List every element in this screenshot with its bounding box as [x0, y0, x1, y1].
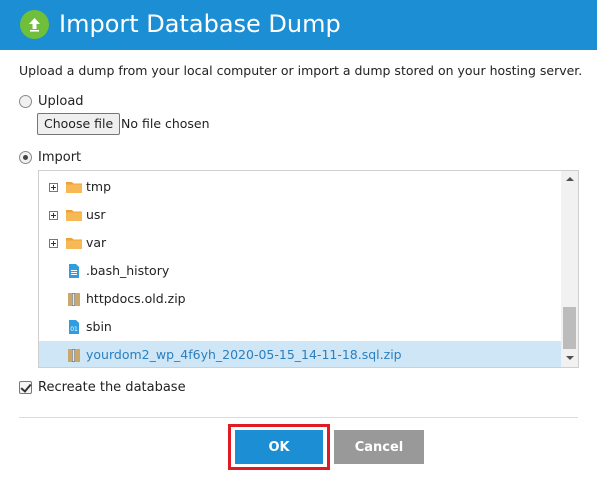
tree-item-label: .bash_history	[86, 263, 170, 278]
tree-item-label: httpdocs.old.zip	[86, 291, 186, 306]
svg-text:01: 01	[70, 326, 78, 333]
tree-item-tmp[interactable]: tmp	[39, 173, 561, 201]
recreate-database-checkbox[interactable]	[19, 381, 32, 394]
scroll-down-arrow-icon[interactable]	[561, 350, 578, 367]
scroll-thumb[interactable]	[563, 307, 576, 349]
tree-item-var[interactable]: var	[39, 229, 561, 257]
ok-button[interactable]: OK	[235, 430, 323, 464]
import-label: Import	[38, 150, 82, 165]
tree-item-label: var	[86, 235, 107, 250]
tree-scrollbar[interactable]	[561, 171, 578, 367]
import-option[interactable]: Import	[19, 150, 81, 165]
binary-file-icon: 01	[69, 320, 79, 334]
dialog-description: Upload a dump from your local computer o…	[19, 63, 583, 78]
tree-item-label: usr	[86, 207, 106, 222]
footer-divider	[19, 417, 578, 418]
tree-item-usr[interactable]: usr	[39, 201, 561, 229]
tree-item-httpdocs-old-zip[interactable]: httpdocs.old.zip	[39, 285, 561, 313]
expand-plus-icon[interactable]	[49, 238, 58, 248]
tree-item-label: yourdom2_wp_4f6yh_2020-05-15_14-11-18.sq…	[86, 347, 402, 362]
tree-item-sbin[interactable]: 01 sbin	[39, 313, 561, 341]
expand-plus-icon[interactable]	[49, 210, 58, 220]
recreate-database-label: Recreate the database	[38, 380, 186, 395]
folder-icon	[66, 210, 82, 221]
choose-file-button[interactable]: Choose file	[37, 113, 121, 135]
tree-item-sql-zip[interactable]: yourdom2_wp_4f6yh_2020-05-15_14-11-18.sq…	[39, 341, 561, 367]
dialog-title: Import Database Dump	[59, 10, 341, 38]
tree-item-label: sbin	[86, 319, 112, 334]
archive-file-icon	[68, 349, 80, 362]
upload-option[interactable]: Upload	[19, 94, 84, 109]
folder-icon	[66, 238, 82, 249]
no-file-text: No file chosen	[121, 116, 210, 131]
import-radio[interactable]	[19, 151, 32, 164]
upload-radio[interactable]	[19, 95, 32, 108]
tree-item-label: tmp	[86, 179, 112, 194]
dialog-title-bar: Import Database Dump	[0, 0, 597, 50]
cancel-button[interactable]: Cancel	[334, 430, 424, 464]
file-tree[interactable]: tmp usr var .bash_history httpdocs.old.z…	[38, 170, 579, 368]
recreate-database-option[interactable]: Recreate the database	[19, 380, 186, 395]
tree-item-bash-history[interactable]: .bash_history	[39, 257, 561, 285]
upload-label: Upload	[38, 94, 84, 109]
scroll-up-arrow-icon[interactable]	[561, 171, 578, 188]
archive-file-icon	[68, 293, 80, 306]
upload-arrow-icon	[20, 10, 49, 39]
expand-plus-icon[interactable]	[49, 182, 58, 192]
text-file-icon	[69, 264, 79, 278]
folder-icon	[66, 182, 82, 193]
